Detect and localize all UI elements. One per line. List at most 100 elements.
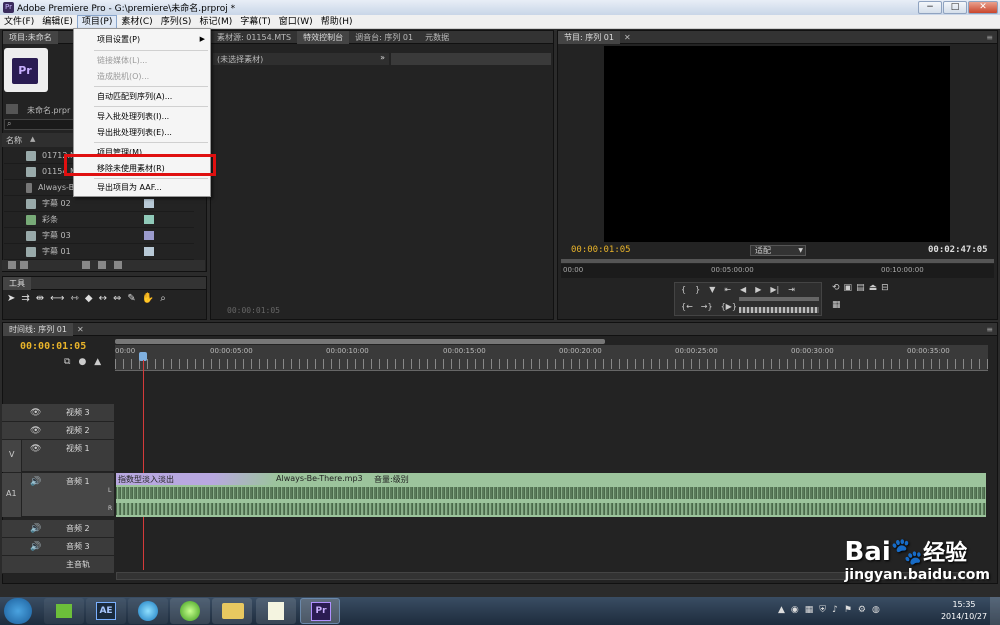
safe-margins-icon[interactable]: ▣ <box>844 283 853 296</box>
delete-icon[interactable] <box>114 261 122 269</box>
audio-clip[interactable]: 指数型淡入淡出 Always-Be-There.mp3 音量:级别 <box>116 473 986 517</box>
slip-tool-icon[interactable]: ↔ <box>99 293 107 304</box>
tray-app-icon[interactable]: ◉ <box>791 605 799 615</box>
menu-item-make-offline[interactable]: 造成脱机(O)... <box>75 68 209 85</box>
media-player-icon[interactable] <box>128 598 168 624</box>
tab-metadata[interactable]: 元数据 <box>419 31 455 44</box>
new-bin-icon[interactable] <box>82 261 90 269</box>
project-item[interactable]: 字幕 02 <box>4 196 194 212</box>
taskbar-clock[interactable]: 15:35 2014/10/27 <box>940 599 988 623</box>
timeline-tab-close-icon[interactable]: ✕ <box>73 323 88 336</box>
add-marker-icon[interactable]: ▼ <box>709 285 715 294</box>
menu-file[interactable]: 文件(F) <box>0 15 38 29</box>
menu-item-import-batch-list[interactable]: 导入批处理列表(I)... <box>75 108 209 125</box>
menu-edit[interactable]: 编辑(E) <box>38 15 77 29</box>
speaker-icon[interactable]: 🔊 <box>30 477 41 487</box>
menu-item-automate-to-sequence[interactable]: 自动匹配到序列(A)... <box>75 88 209 105</box>
lift-icon[interactable]: ⏏ <box>869 283 878 296</box>
mark-in-icon[interactable]: { <box>681 285 686 294</box>
tab-effect-controls[interactable]: 特效控制台 <box>297 30 350 44</box>
go-prev-edit-icon[interactable]: {← <box>681 302 693 311</box>
go-to-in-icon[interactable]: ⇤ <box>724 285 731 294</box>
menu-item-export-batch-list[interactable]: 导出批处理列表(E)... <box>75 124 209 141</box>
tray-shield-icon[interactable]: ⛨ <box>819 605 826 615</box>
export-frame-icon[interactable]: ▦ <box>832 300 841 313</box>
tab-program[interactable]: 节目: 序列 01 <box>558 30 620 44</box>
panel-menu-icon[interactable]: ≡ <box>986 33 993 42</box>
zoom-tool-icon[interactable]: ⌕ <box>160 293 166 304</box>
premiere-taskbar-icon[interactable]: Pr <box>300 598 340 624</box>
loop-icon[interactable]: ⟲ <box>832 283 840 296</box>
rate-stretch-tool-icon[interactable]: ⇿ <box>71 293 79 304</box>
menu-clip[interactable]: 素材(C) <box>117 15 156 29</box>
tray-network-icon[interactable]: ▦ <box>805 605 814 615</box>
tray-globe-icon[interactable]: ◍ <box>872 605 880 615</box>
collapse-icon[interactable]: » <box>380 53 385 62</box>
menu-item-project-settings[interactable]: 项目设置(P) ▶ <box>75 31 209 48</box>
speaker-icon[interactable]: 🔊 <box>30 542 41 552</box>
hand-tool-icon[interactable]: ✋ <box>142 293 154 304</box>
menu-project[interactable]: 项目(P) <box>76 14 118 29</box>
source-v-patch[interactable]: V <box>2 440 22 472</box>
output-icon[interactable]: ▤ <box>856 283 865 296</box>
track-master[interactable]: 主音轨 <box>2 556 114 574</box>
razor-tool-icon[interactable]: ◆ <box>85 293 93 304</box>
project-item[interactable]: 字幕 03 <box>4 228 194 244</box>
menu-help[interactable]: 帮助(H) <box>317 15 357 29</box>
project-item[interactable]: 彩条 <box>4 212 194 228</box>
file-explorer-icon[interactable] <box>212 598 252 624</box>
clip-volume-label[interactable]: 音量:级别 <box>374 474 409 485</box>
tab-tools[interactable]: 工具 <box>3 276 31 290</box>
nvidia-icon[interactable] <box>44 598 84 624</box>
after-effects-icon[interactable]: AE <box>86 598 126 624</box>
add-marker-timeline-icon[interactable]: ▲ <box>94 357 101 367</box>
show-desktop-button[interactable] <box>990 597 1000 625</box>
timeline-timecode[interactable]: 00:00:01:05 <box>20 341 86 352</box>
program-zoom-bar[interactable] <box>561 259 994 263</box>
play-icon[interactable]: ▶ <box>755 285 761 294</box>
timeline-zoom-bar[interactable] <box>115 339 605 344</box>
step-back-icon[interactable]: ◀ <box>740 285 746 294</box>
timeline-panel-menu-icon[interactable]: ≡ <box>986 325 993 334</box>
notepad-icon[interactable] <box>256 598 296 624</box>
menu-item-export-aaf[interactable]: 导出项目为 AAF... <box>75 179 209 196</box>
mark-out-icon[interactable]: } <box>695 285 700 294</box>
menu-title[interactable]: 字幕(T) <box>236 15 275 29</box>
jog-wheel[interactable] <box>739 307 819 313</box>
windows-start-icon[interactable] <box>4 598 32 624</box>
speaker-icon[interactable]: 🔊 <box>30 524 41 534</box>
track-select-tool-icon[interactable]: ⇉ <box>21 293 29 304</box>
marker-icon[interactable]: ● <box>78 357 86 367</box>
shuttle-slider[interactable] <box>739 297 819 301</box>
eye-icon[interactable]: 👁 <box>30 408 41 418</box>
tab-audio-mixer[interactable]: 调音台: 序列 01 <box>349 31 419 44</box>
selection-tool-icon[interactable]: ➤ <box>7 293 15 304</box>
eye-icon[interactable]: 👁 <box>30 444 41 454</box>
track-video-2[interactable]: 👁 视频 2 <box>2 422 114 440</box>
go-next-edit-icon[interactable]: →} <box>701 302 713 311</box>
extract-icon[interactable]: ⊟ <box>881 283 889 296</box>
eye-icon[interactable]: 👁 <box>30 426 41 436</box>
fit-dropdown[interactable]: 适配 ▼ <box>750 245 806 256</box>
pen-tool-icon[interactable]: ✎ <box>127 293 135 304</box>
maximize-button[interactable]: □ <box>943 1 967 14</box>
source-a1-patch[interactable]: A1 <box>2 473 22 517</box>
browser-360-icon[interactable] <box>170 598 210 624</box>
list-view-icon[interactable] <box>8 261 16 269</box>
minimize-button[interactable]: − <box>918 1 942 14</box>
ripple-edit-tool-icon[interactable]: ⇹ <box>36 293 44 304</box>
track-video-3[interactable]: 👁 视频 3 <box>2 404 114 422</box>
rolling-edit-tool-icon[interactable]: ⟷ <box>50 293 64 304</box>
project-item[interactable]: 字幕 01 <box>4 244 194 260</box>
program-ruler[interactable]: 00:00 00:05:00:00 00:10:00:00 <box>561 264 994 278</box>
track-audio-3[interactable]: 🔊 音频 3 <box>2 538 114 556</box>
tray-expand-icon[interactable]: ▲ <box>778 605 785 615</box>
program-tab-close-icon[interactable]: ✕ <box>620 31 635 44</box>
tray-settings-icon[interactable]: ⚙ <box>858 605 866 615</box>
play-in-out-icon[interactable]: {▶} <box>721 302 737 311</box>
transition-block[interactable]: 指数型淡入淡出 <box>116 473 276 485</box>
tab-project[interactable]: 项目:未命名 <box>3 30 58 44</box>
timeline-ruler[interactable]: 00:00 00:00:05:00 00:00:10:00 00:00:15:0… <box>115 345 988 371</box>
menu-sequence[interactable]: 序列(S) <box>157 15 196 29</box>
slide-tool-icon[interactable]: ⇔ <box>113 293 121 304</box>
